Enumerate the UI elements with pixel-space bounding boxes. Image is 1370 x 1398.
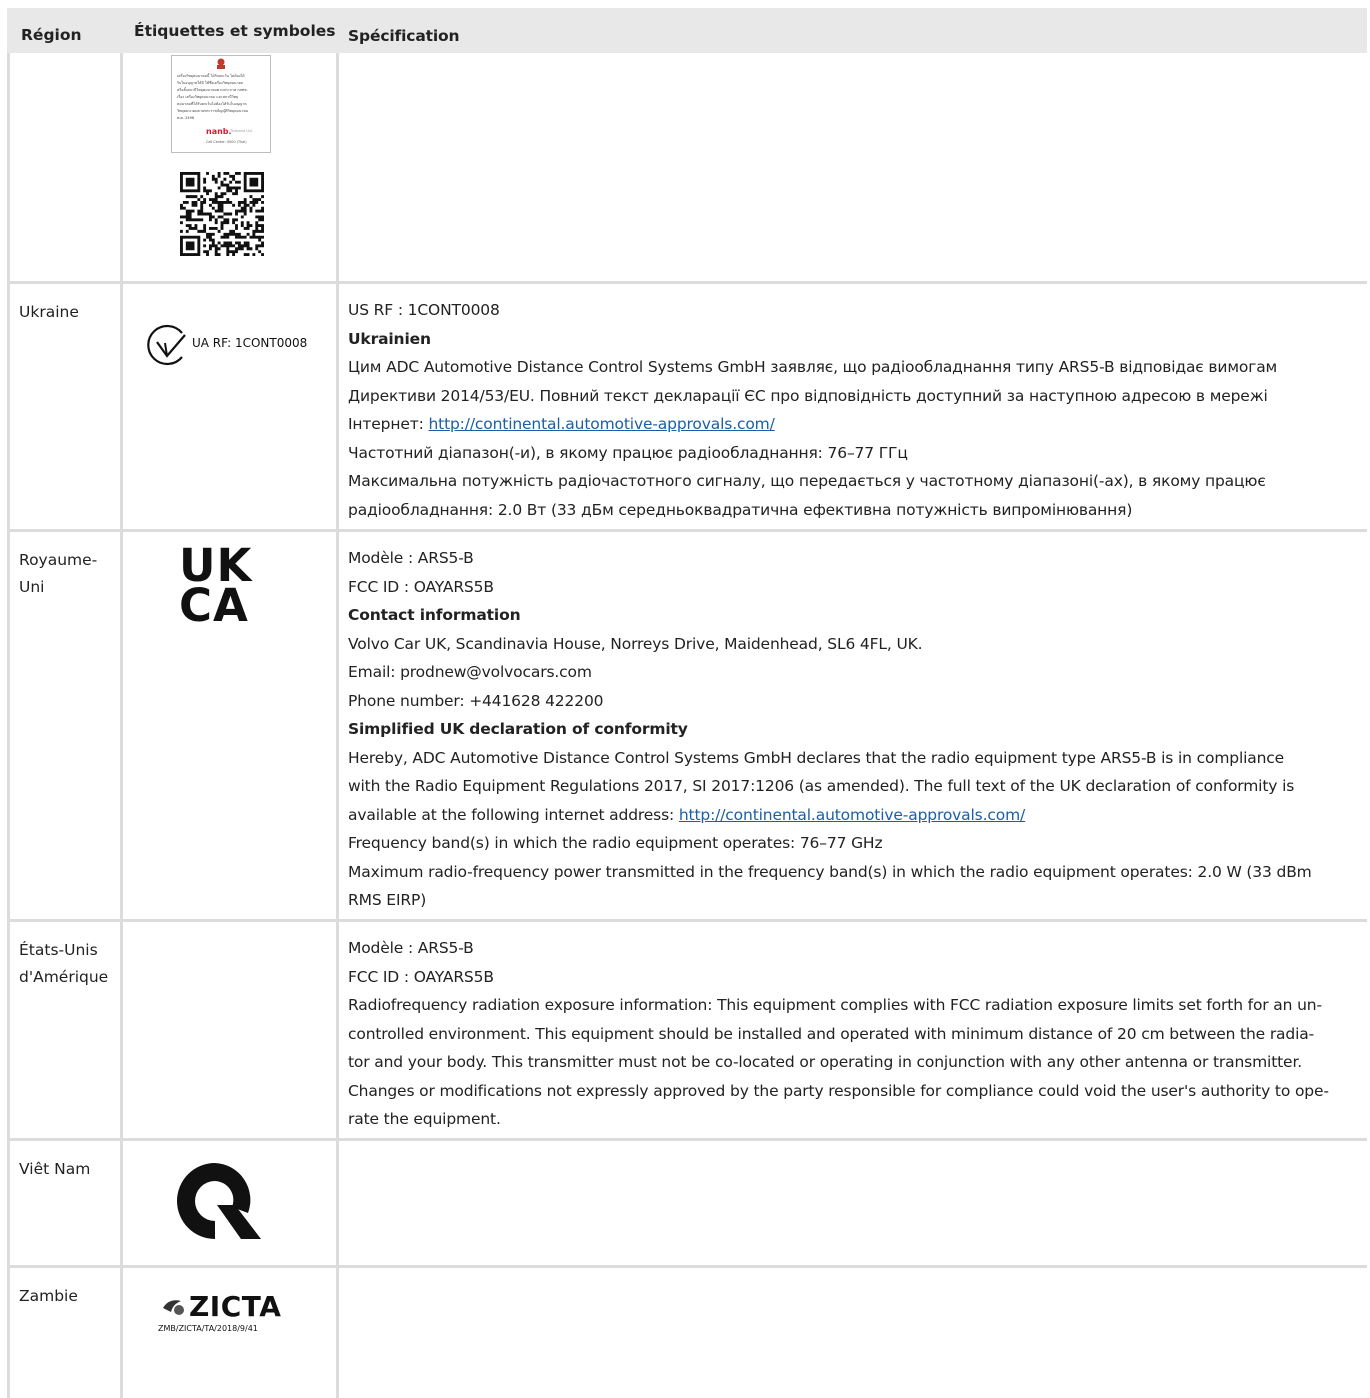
thai-emblem-icon [217, 58, 225, 69]
ukca-mark-icon: UK CA [179, 539, 253, 632]
spec-line: FCC ID : OAYARS5B [348, 967, 494, 986]
ukraine-conformity-mark-icon [147, 324, 186, 366]
spec-line: радіообладнання: 2.0 Вт (33 дБм середньо… [348, 500, 1133, 519]
region-cell: États-Unis d'Amérique [7, 922, 123, 1138]
cr-conformity-mark-icon [177, 1163, 261, 1239]
region-cell: Zambie [7, 1268, 123, 1398]
zicta-mark-sub: ZMB/ZICTA/TA/2018/9/41 [158, 1324, 258, 1333]
header-spec: Spécification [348, 27, 460, 45]
region-cell: Ukraine [7, 284, 123, 529]
spec-cell [339, 53, 1367, 281]
spec-line: Email: prodnew@volvocars.com [348, 663, 592, 681]
spec-line: Інтернет: http://continental.automotive-… [348, 415, 775, 433]
spec-heading: Simplified UK declaration of conformity [348, 720, 688, 738]
labels-cell: ZICTA ZMB/ZICTA/TA/2018/9/41 [123, 1268, 339, 1398]
approvals-link[interactable]: http://continental.automotive-approvals.… [679, 806, 1025, 824]
spec-cell [339, 1141, 1367, 1265]
zicta-emblem-icon [163, 1300, 184, 1315]
table-row-zambia: Zambie ZICTA ZMB/ZICTA/TA/2018/9/41 [7, 1268, 1367, 1398]
header-region: Région [21, 26, 82, 44]
spec-line: Phone number: +441628 422200 [348, 691, 604, 710]
spec-line: rate the equipment. [348, 1110, 501, 1128]
spec-line: RMS EIRP) [348, 891, 427, 909]
spec-line: Maximum radio-frequency power transmitte… [348, 862, 1312, 881]
spec-line: Frequency band(s) in which the radio equ… [348, 834, 883, 852]
labels-cell: เครื่องวิทยุคมนาคมนี้ ได้รับยกเว้น ไม่ต้… [123, 53, 339, 281]
thai-label-image: เครื่องวิทยุคมนาคมนี้ ได้รับยกเว้น ไม่ต้… [171, 55, 271, 153]
qr-code-icon [180, 172, 264, 256]
spec-line: available at the following internet addr… [348, 805, 1026, 824]
spec-line: Modèle : ARS5-B [348, 549, 474, 567]
table-header: Région Étiquettes et symboles Spécificat… [7, 8, 1367, 53]
region-cell: Viêt Nam [7, 1141, 123, 1265]
labels-cell: UK CA [123, 532, 339, 919]
spec-cell [339, 1268, 1367, 1398]
spec-line: Частотний діапазон(-и), в якому працює р… [348, 443, 908, 462]
spec-line: controlled environment. This equipment s… [348, 1024, 1315, 1043]
spec-cell: Modèle : ARS5-B FCC ID : OAYARS5B Radiof… [339, 922, 1367, 1138]
table-row-ukraine: Ukraine UA RF: 1CONT0008 US RF : 1CONT00… [7, 284, 1367, 532]
thai-text: เครื่องวิทยุคมนาคมนี้ ได้รับยกเว้น ไม่ต้… [177, 74, 249, 120]
spec-line: Volvo Car UK, Scandinavia House, Norreys… [348, 634, 923, 653]
region-cell [7, 53, 123, 281]
thai-call-center: Call Center: 0000 (Thai) [206, 140, 247, 144]
zicta-mark: ZICTA [189, 1290, 282, 1323]
spec-line: Radiofrequency radiation exposure inform… [348, 996, 1322, 1014]
table-row-vietnam: Viêt Nam [7, 1141, 1367, 1268]
ukraine-mark-text: UA RF: 1CONT0008 [192, 336, 308, 350]
spec-heading: Ukrainien [348, 329, 431, 348]
spec-cell: US RF : 1CONT0008 Ukrainien Цим ADC Auto… [339, 284, 1367, 529]
spec-line: FCC ID : OAYARS5B [348, 577, 494, 596]
spec-line: Changes or modifications not expressly a… [348, 1081, 1329, 1100]
approvals-link[interactable]: http://continental.automotive-approvals.… [428, 415, 774, 433]
spec-cell: Modèle : ARS5-B FCC ID : OAYARS5B Contac… [339, 532, 1367, 919]
header-labels: Étiquettes et symboles [134, 22, 336, 40]
spec-line: tor and your body. This transmitter must… [348, 1053, 1303, 1071]
spec-line: with the Radio Equipment Regulations 201… [348, 777, 1295, 795]
spec-line: Цим ADC Automotive Distance Control Syst… [348, 358, 1278, 376]
region-cell: Royaume-Uni [7, 532, 123, 919]
spec-heading: Contact information [348, 606, 521, 624]
spec-line: US RF : 1CONT0008 [348, 301, 500, 319]
table-row-thailand: เครื่องวิทยุคมนาคมนี้ ได้รับยกเว้น ไม่ต้… [7, 53, 1367, 284]
labels-cell [123, 1141, 339, 1265]
spec-line: Директиви 2014/53/EU. Повний текст декла… [348, 386, 1268, 405]
thai-brand: nanb. [206, 127, 232, 136]
spec-line: Максимальна потужність радіочастотного с… [348, 472, 1266, 490]
regulatory-table: Région Étiquettes et symboles Spécificat… [7, 8, 1367, 1398]
spec-line: Modèle : ARS5-B [348, 939, 474, 957]
table-row-usa: États-Unis d'Amérique Modèle : ARS5-B FC… [7, 922, 1367, 1141]
thai-brand-sub: Thailand Ltd. [230, 129, 253, 133]
labels-cell: UA RF: 1CONT0008 [123, 284, 339, 529]
table-row-uk: Royaume-Uni UK CA Modèle : ARS5-B FCC ID… [7, 532, 1367, 922]
labels-cell [123, 922, 339, 1138]
spec-line: Hereby, ADC Automotive Distance Control … [348, 748, 1285, 767]
